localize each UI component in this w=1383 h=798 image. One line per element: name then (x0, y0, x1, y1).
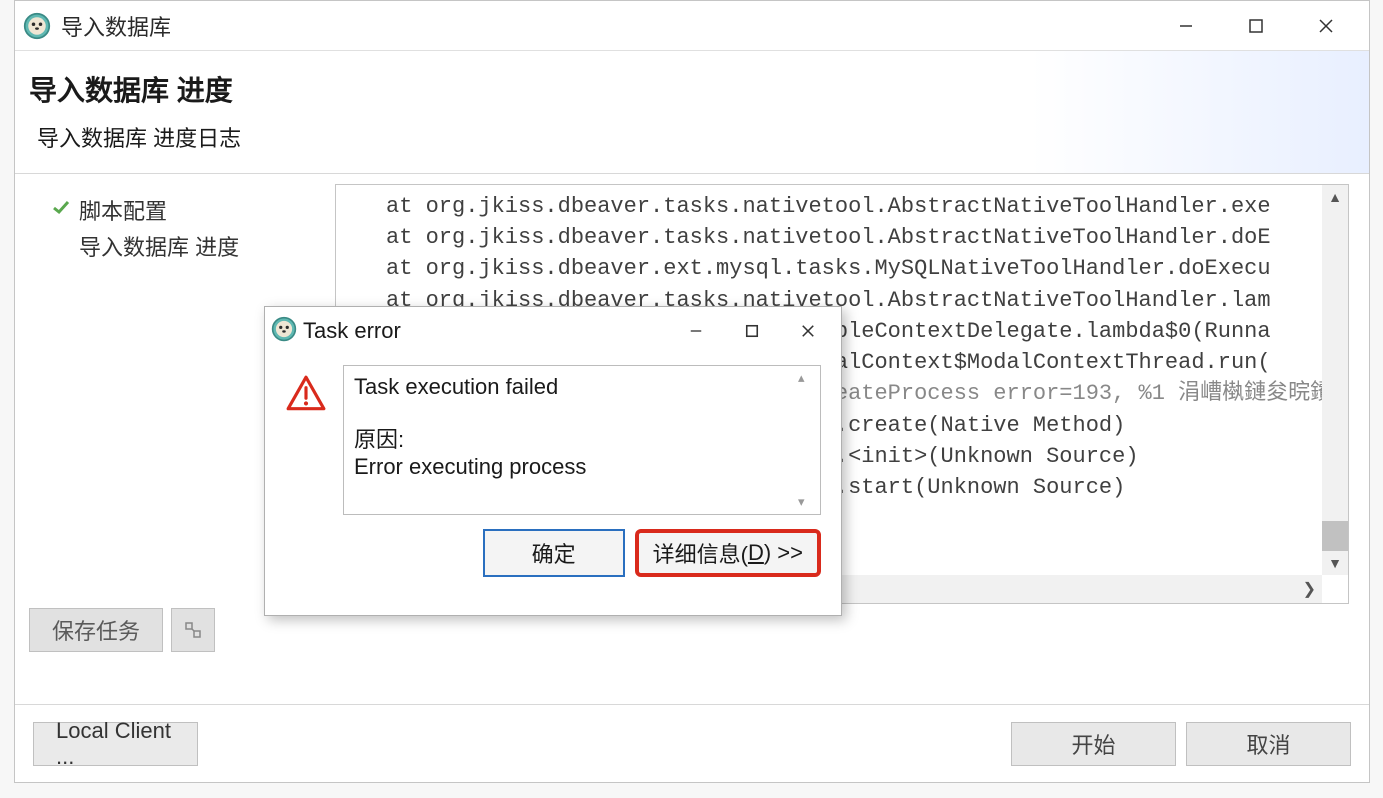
minimize-icon[interactable] (1171, 11, 1201, 41)
maximize-icon[interactable] (1241, 11, 1271, 41)
start-button[interactable]: 开始 (1011, 722, 1176, 766)
window-controls (1171, 11, 1361, 41)
log-line: at org.jkiss.dbeaver.tasks.nativetool.Ab… (386, 191, 1340, 222)
dialog-close-icon[interactable] (797, 320, 819, 342)
scroll-up-icon[interactable]: ▲ (1322, 185, 1348, 209)
error-reason-label: 原因: (354, 422, 810, 454)
dialog-minimize-icon[interactable] (685, 320, 707, 342)
scroll-up-icon[interactable]: ▴ (798, 370, 818, 386)
dialog-maximize-icon[interactable] (741, 320, 763, 342)
titlebar: 导入数据库 (15, 1, 1369, 51)
save-task-button[interactable]: 保存任务 (29, 608, 163, 652)
details-button[interactable]: 详细信息(D) >> (635, 529, 821, 577)
link-task-button[interactable] (171, 608, 215, 652)
cancel-button[interactable]: 取消 (1186, 722, 1351, 766)
dialog-actions: 确定 详细信息(D) >> (265, 515, 841, 577)
footer: Local Client ... 开始 取消 (15, 704, 1369, 782)
nav-item-import-progress[interactable]: 导入数据库 进度 (51, 228, 321, 264)
message-scrollbar[interactable]: ▴ ▾ (798, 370, 818, 510)
vertical-scrollbar[interactable]: ▲ ▼ (1322, 185, 1348, 575)
nav-item-label: 导入数据库 进度 (79, 230, 239, 262)
page-subtitle: 导入数据库 进度日志 (37, 121, 1355, 153)
details-button-key: D (748, 540, 764, 566)
dialog-title: Task error (303, 318, 685, 344)
scroll-down-icon[interactable]: ▼ (1322, 551, 1348, 575)
app-icon (23, 12, 51, 40)
page-title: 导入数据库 进度 (29, 69, 1355, 109)
error-message-box[interactable]: Task execution failed 原因: Error executin… (343, 365, 821, 515)
check-icon (51, 197, 73, 223)
log-line: at org.jkiss.dbeaver.tasks.nativetool.Ab… (386, 222, 1340, 253)
ok-button[interactable]: 确定 (483, 529, 625, 577)
error-reason-text: Error executing process (354, 454, 810, 480)
task-error-dialog: Task error Task execution failed 原因: (264, 306, 842, 616)
log-line: at org.jkiss.dbeaver.ext.mysql.tasks.MyS… (386, 253, 1340, 284)
dialog-app-icon (271, 316, 297, 347)
close-icon[interactable] (1311, 11, 1341, 41)
details-button-suffix: ) >> (764, 540, 803, 566)
dialog-body: Task execution failed 原因: Error executin… (265, 355, 841, 515)
dialog-window-controls (685, 320, 835, 342)
nav-item-label: 脚本配置 (79, 194, 167, 226)
details-button-prefix: 详细信息( (653, 537, 748, 569)
error-message-title: Task execution failed (354, 374, 810, 400)
local-client-button[interactable]: Local Client ... (33, 722, 198, 766)
header: 导入数据库 进度 导入数据库 进度日志 (15, 51, 1369, 174)
nav-item-script-config[interactable]: 脚本配置 (51, 192, 321, 228)
warning-icon (285, 373, 327, 415)
window-title: 导入数据库 (61, 10, 1171, 42)
scroll-thumb[interactable] (1322, 521, 1348, 551)
scroll-right-icon[interactable]: ❯ (1303, 579, 1316, 599)
dialog-titlebar: Task error (265, 307, 841, 355)
scroll-down-icon[interactable]: ▾ (798, 494, 818, 510)
